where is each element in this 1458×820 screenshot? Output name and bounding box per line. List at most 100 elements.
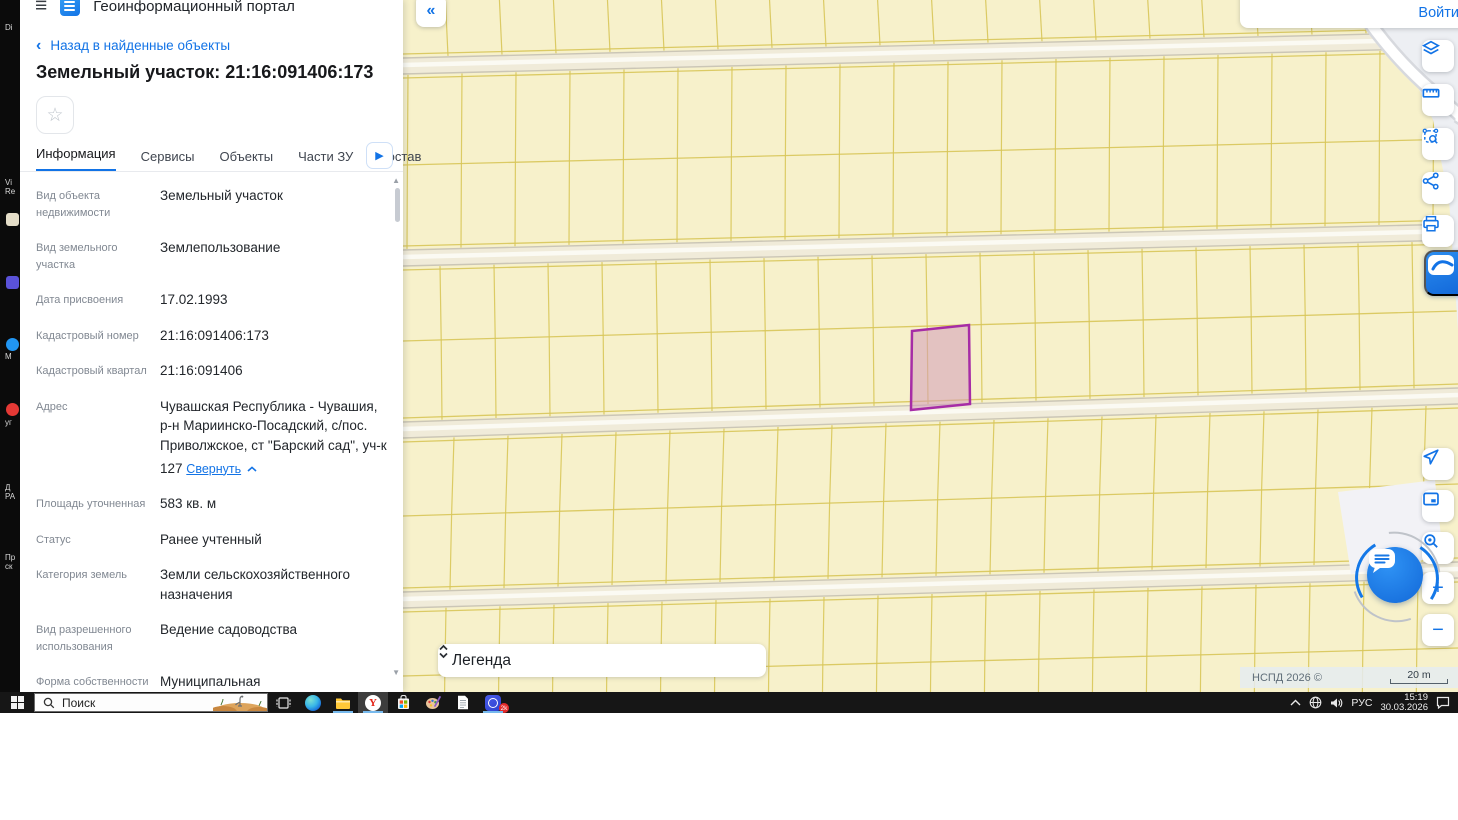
taskbar-app-messenger[interactable]: 2k — [478, 692, 509, 713]
microsoft-store-icon — [397, 695, 409, 709]
desktop-icon[interactable] — [6, 403, 19, 416]
field-label: Кадастровый номер — [36, 329, 139, 342]
scrollbar-thumb[interactable] — [395, 188, 400, 222]
layers-button[interactable] — [1422, 40, 1454, 72]
action-center-icon[interactable] — [1436, 696, 1450, 709]
scroll-down-arrow[interactable]: ▼ — [392, 668, 400, 677]
field-row: Дата присвоения 17.02.1993 — [36, 290, 388, 310]
start-button[interactable] — [0, 692, 34, 713]
scale-line — [1390, 679, 1448, 684]
field-label: Вид объекта недвижимости — [36, 190, 111, 220]
tab-services[interactable]: Сервисы — [141, 149, 195, 172]
search-icon — [43, 697, 55, 708]
field-value: Земли сельскохозяйственного назначения — [160, 567, 351, 602]
expand-collapse-icon[interactable] — [438, 644, 449, 659]
cadastral-map[interactable] — [403, 0, 1458, 692]
taskbar-app-store[interactable] — [388, 692, 418, 713]
collapse-panel-button[interactable]: « — [416, 0, 446, 27]
taskbar-app-yandex-browser[interactable]: Y — [358, 692, 388, 713]
field-row: Вид объекта недвижимости Земельный участ… — [36, 186, 388, 222]
share-button[interactable] — [1422, 172, 1454, 204]
tray-date: 30.03.2026 — [1380, 701, 1428, 713]
panel-header: ≡ Геоинформационный портал — [20, 0, 295, 21]
network-globe-icon[interactable] — [1309, 696, 1322, 709]
field-label: Кадастровый квартал — [36, 365, 147, 378]
field-value: Муниципальная — [160, 674, 261, 690]
taskbar-app-explorer[interactable] — [328, 692, 358, 713]
star-icon: ☆ — [46, 104, 64, 126]
desktop-background: Di Vi Re М уг Д РА Пр ск — [0, 0, 20, 712]
tab-parcel-parts[interactable]: Части ЗУ — [298, 149, 353, 172]
file-explorer-icon — [336, 698, 350, 709]
tray-expand-icon[interactable] — [1290, 699, 1301, 706]
desktop-icon-label: Д — [5, 483, 11, 492]
field-label: Форма собственности — [36, 676, 149, 689]
menu-icon[interactable]: ≡ — [35, 0, 47, 16]
minimap-button[interactable] — [1422, 490, 1454, 522]
taskbar-app-paint[interactable] — [418, 692, 448, 713]
portal-logo-icon[interactable] — [60, 0, 81, 16]
search-location-icon — [1424, 534, 1438, 548]
chat-assistant-button[interactable] — [1367, 547, 1423, 603]
desktop-icon[interactable] — [6, 338, 19, 351]
tab-information[interactable]: Информация — [36, 146, 116, 172]
desktop-icon[interactable] — [6, 213, 19, 226]
field-row: Кадастровый номер 21:16:091406:173 — [36, 326, 388, 346]
zoom-in-button[interactable]: + — [1422, 572, 1454, 604]
nspd-assistant-icon — [1428, 255, 1454, 275]
select-area-button[interactable] — [1422, 128, 1454, 160]
legend-panel[interactable]: Легенда — [438, 644, 766, 677]
chat-bubble-icon — [1369, 549, 1395, 573]
desktop-icon[interactable] — [6, 276, 19, 289]
attribution-text: НСПД 2026 © — [1252, 671, 1322, 684]
measure-button[interactable] — [1422, 84, 1454, 116]
login-panel[interactable]: Войти — [1240, 0, 1458, 28]
favorite-button[interactable]: ☆ — [36, 96, 74, 134]
windows-logo-icon — [10, 696, 24, 709]
geolocate-button[interactable] — [1422, 448, 1454, 480]
edge-icon — [305, 694, 321, 711]
field-row-address: Адрес Чувашская Республика - Чувашия, р-… — [36, 397, 388, 478]
chevron-up-icon — [247, 465, 257, 472]
collapse-address-link[interactable]: Свернуть — [186, 460, 257, 478]
map-area[interactable]: « Войти + − Легенда НСПД 2026 © 20 m — [403, 0, 1458, 692]
volume-icon[interactable] — [1330, 697, 1343, 709]
search-location-button[interactable] — [1422, 532, 1454, 564]
divider — [20, 171, 403, 172]
back-link[interactable]: ‹ Назад в найденные объекты — [36, 37, 230, 53]
highlighted-parcel[interactable] — [909, 323, 972, 412]
taskbar: Поиск Y 2k РУС 15:19 30.03.2026 — [0, 692, 1458, 713]
login-button[interactable]: Войти — [1418, 5, 1458, 21]
scroll-up-arrow[interactable]: ▲ — [392, 176, 400, 185]
taskbar-app-edge[interactable] — [298, 692, 328, 713]
field-row: Категория земель Земли сельскохозяйствен… — [36, 565, 388, 604]
field-row: Вид земельного участка Землепользование — [36, 238, 388, 274]
language-indicator[interactable]: РУС — [1351, 697, 1372, 709]
field-row: Площадь уточненная 583 кв. м — [36, 494, 388, 514]
taskbar-search[interactable]: Поиск — [34, 693, 268, 712]
clock[interactable]: 15:19 30.03.2026 — [1380, 692, 1428, 713]
select-area-icon — [1422, 128, 1439, 144]
desktop-icon-label: РА — [5, 492, 16, 501]
running-indicator — [333, 711, 353, 713]
desktop-icon-label: Re — [5, 187, 16, 196]
search-highlight-image[interactable] — [213, 694, 267, 712]
yandex-browser-icon: Y — [365, 694, 381, 711]
field-value: Ведение садоводства — [160, 622, 298, 638]
nspd-assistant-button[interactable] — [1424, 250, 1458, 296]
zoom-out-button[interactable]: − — [1422, 614, 1454, 646]
tab-objects[interactable]: Объекты — [219, 149, 273, 172]
legend-title: Легенда — [452, 651, 511, 669]
print-button[interactable] — [1422, 215, 1454, 247]
object-fields: Вид объекта недвижимости Земельный участ… — [36, 186, 388, 692]
field-value: Ранее учтенный — [160, 531, 262, 547]
taskbar-app-notepad[interactable] — [448, 692, 478, 713]
notepad-icon — [458, 695, 468, 710]
tabs-scroll-right-button[interactable]: ▶ — [366, 142, 393, 169]
task-view-button[interactable] — [268, 692, 298, 713]
field-label: Статус — [36, 533, 71, 546]
system-tray: РУС 15:19 30.03.2026 — [1290, 692, 1458, 713]
running-indicator — [483, 711, 503, 713]
paint-icon — [426, 696, 441, 709]
desktop-icon-label: Vi — [5, 178, 12, 187]
